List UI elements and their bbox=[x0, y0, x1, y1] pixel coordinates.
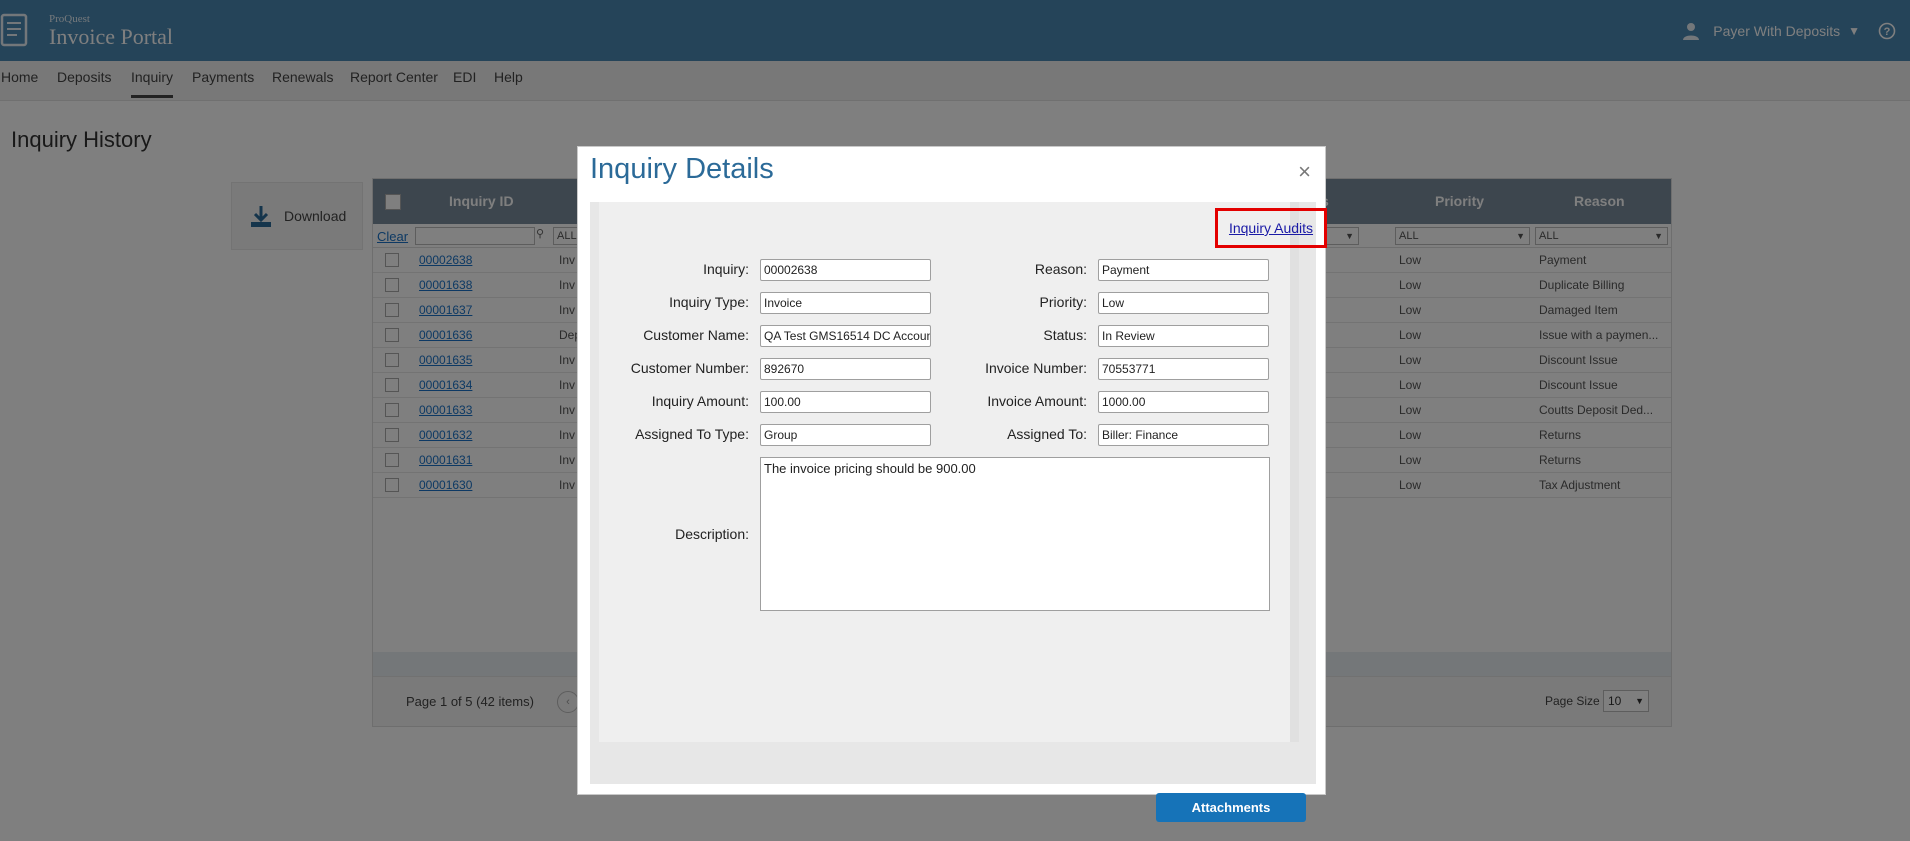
inquiry-audits-highlight: Inquiry Audits bbox=[1215, 208, 1327, 248]
description-textarea[interactable]: The invoice pricing should be 900.00 bbox=[760, 457, 1270, 611]
inquiry-type-field[interactable]: Invoice bbox=[760, 292, 931, 314]
assigned-to-type-field[interactable]: Group bbox=[760, 424, 931, 446]
invoice-amount-label: Invoice Amount: bbox=[987, 393, 1087, 409]
panel-scrollbar[interactable] bbox=[1290, 202, 1299, 742]
status-label: Status: bbox=[1043, 327, 1087, 343]
inquiry-amount-field[interactable]: 100.00 bbox=[760, 391, 931, 413]
reason-field[interactable]: Payment bbox=[1098, 259, 1269, 281]
customer-name-field[interactable]: QA Test GMS16514 DC Accoun bbox=[760, 325, 931, 347]
modal-body: Inquiry Audits Inquiry: 00002638 Inquiry… bbox=[590, 202, 1327, 822]
priority-label: Priority: bbox=[1039, 294, 1087, 310]
attachments-button[interactable]: Attachments bbox=[1156, 793, 1306, 822]
status-field[interactable]: In Review bbox=[1098, 325, 1269, 347]
customer-name-label: Customer Name: bbox=[643, 327, 749, 343]
modal-title: Inquiry Details bbox=[590, 153, 774, 185]
inquiry-audits-link[interactable]: Inquiry Audits bbox=[1229, 220, 1313, 236]
assigned-to-field[interactable]: Biller: Finance bbox=[1098, 424, 1269, 446]
customer-number-label: Customer Number: bbox=[630, 360, 749, 376]
invoice-amount-field[interactable]: 1000.00 bbox=[1098, 391, 1269, 413]
customer-number-field[interactable]: 892670 bbox=[760, 358, 931, 380]
inquiry-label: Inquiry: bbox=[703, 261, 749, 277]
details-panel: Inquiry Audits Inquiry: 00002638 Inquiry… bbox=[599, 202, 1327, 742]
inquiry-details-modal: Inquiry Details × Inquiry Audits Inquiry… bbox=[577, 146, 1327, 822]
invoice-number-field[interactable]: 70553771 bbox=[1098, 358, 1269, 380]
reason-label: Reason: bbox=[1034, 261, 1087, 277]
invoice-number-label: Invoice Number: bbox=[985, 360, 1087, 376]
description-label: Description: bbox=[675, 526, 749, 542]
close-icon[interactable]: × bbox=[1298, 159, 1311, 185]
assigned-to-type-label: Assigned To Type: bbox=[635, 426, 749, 442]
inquiry-field[interactable]: 00002638 bbox=[760, 259, 931, 281]
inquiry-amount-label: Inquiry Amount: bbox=[651, 393, 749, 409]
assigned-to-label: Assigned To: bbox=[1007, 426, 1087, 442]
inquiry-type-label: Inquiry Type: bbox=[669, 294, 749, 310]
priority-field[interactable]: Low bbox=[1098, 292, 1269, 314]
